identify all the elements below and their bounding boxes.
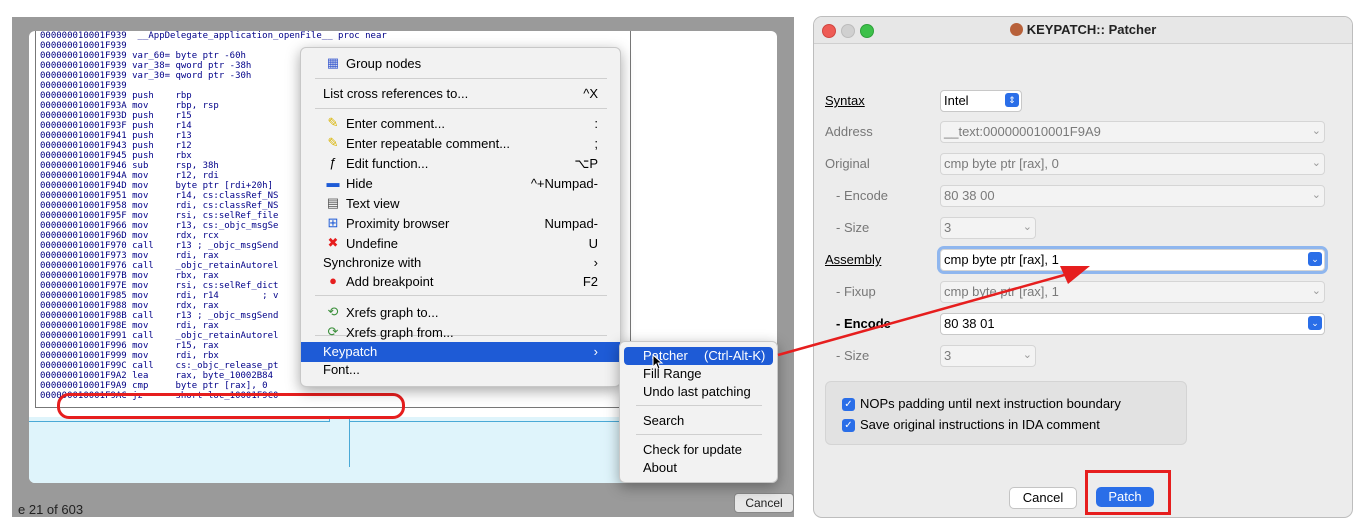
annotation-arrow <box>777 266 1090 357</box>
